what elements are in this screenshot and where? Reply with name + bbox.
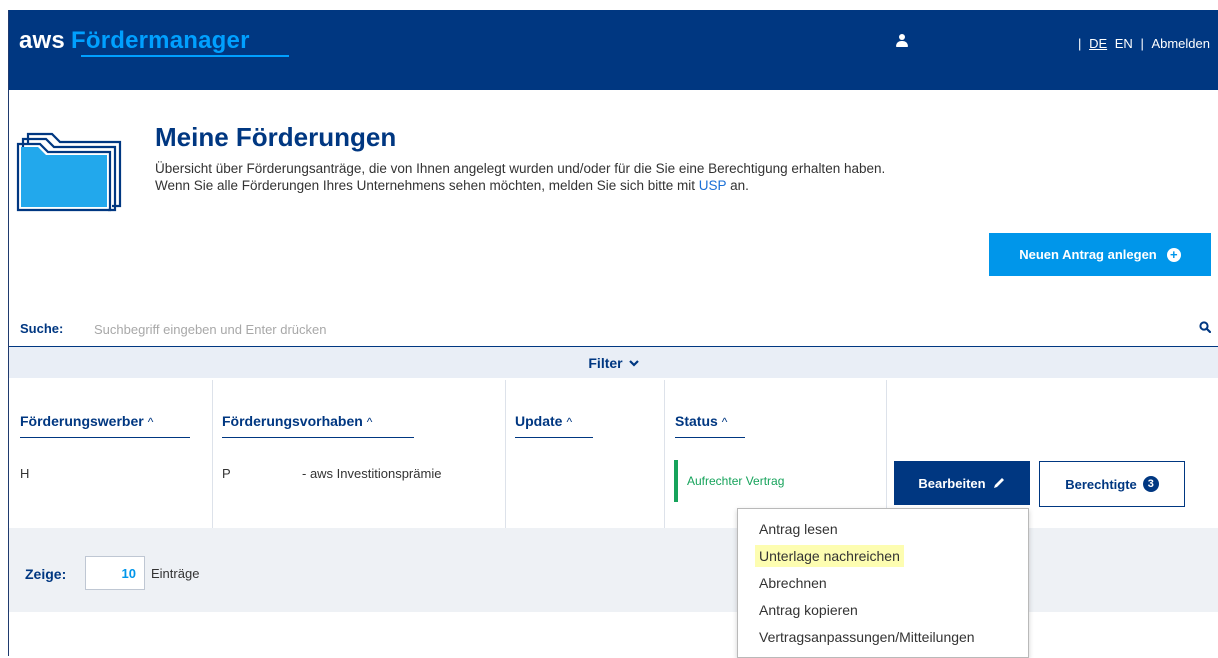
column-header-project[interactable]: Förderungsvorhaben ^ bbox=[222, 413, 414, 438]
column-header-update[interactable]: Update ^ bbox=[515, 413, 593, 438]
sort-arrow-icon: ^ bbox=[366, 415, 373, 429]
authorized-button-label: Berechtigte bbox=[1065, 476, 1137, 492]
pencil-icon bbox=[993, 478, 1004, 488]
column-header-status[interactable]: Status ^ bbox=[675, 413, 745, 438]
actions-dropdown-menu: Antrag lesen Unterlage nachreichen Abrec… bbox=[737, 508, 1029, 658]
menu-item-copy-request[interactable]: Antrag kopieren bbox=[759, 602, 858, 618]
cell-project-code: P bbox=[222, 466, 231, 481]
page-size-input[interactable] bbox=[85, 556, 145, 590]
description-text-end: an. bbox=[726, 178, 749, 193]
chevron-down-icon bbox=[628, 359, 639, 367]
menu-item-contract-changes[interactable]: Vertragsanpassungen/Mitteilungen bbox=[759, 629, 975, 645]
folder-icon bbox=[16, 132, 122, 212]
lang-de-link[interactable]: DE bbox=[1089, 36, 1107, 51]
page-title: Meine Förderungen bbox=[155, 122, 397, 152]
description-text: Übersicht über Förderungsanträge, die vo… bbox=[155, 161, 886, 193]
authorized-button[interactable]: Berechtigte 3 bbox=[1039, 461, 1185, 507]
nav-separator: | bbox=[1140, 36, 1144, 51]
edit-button-label: Bearbeiten bbox=[918, 475, 986, 491]
search-icon[interactable] bbox=[1199, 321, 1211, 333]
edit-button[interactable]: Bearbeiten bbox=[894, 461, 1030, 505]
brand-logo[interactable]: aws Fördermanager bbox=[19, 27, 250, 55]
page-description: Übersicht über Förderungsanträge, die vo… bbox=[155, 160, 915, 194]
brand-aws: aws bbox=[19, 27, 65, 54]
filter-toggle[interactable]: Filter bbox=[9, 347, 1218, 378]
column-divider bbox=[664, 380, 665, 528]
brand-underline bbox=[81, 55, 289, 57]
search-label: Suche: bbox=[20, 321, 64, 336]
filter-label: Filter bbox=[588, 354, 623, 371]
brand-name: Fördermanager bbox=[70, 27, 250, 54]
status-text: Aufrechter Vertrag bbox=[687, 474, 785, 488]
menu-item-read-request[interactable]: Antrag lesen bbox=[759, 521, 838, 537]
cell-project-name: - aws Investitionsprämie bbox=[302, 466, 442, 481]
plus-circle-icon: + bbox=[1166, 247, 1181, 262]
new-request-button[interactable]: Neuen Antrag anlegen + bbox=[989, 233, 1211, 276]
authorized-count-badge: 3 bbox=[1142, 476, 1159, 492]
lang-en-link[interactable]: EN bbox=[1115, 36, 1133, 51]
page-size-label: Zeige: bbox=[25, 566, 67, 582]
logout-link[interactable]: Abmelden bbox=[1151, 36, 1210, 51]
cell-applicant: H bbox=[20, 466, 30, 481]
column-header-applicant[interactable]: Förderungswerber ^ bbox=[20, 413, 190, 438]
top-header: aws Fördermanager | DE EN | Abmelden bbox=[9, 10, 1218, 90]
menu-item-settle[interactable]: Abrechnen bbox=[759, 575, 827, 591]
sort-arrow-icon: ^ bbox=[566, 415, 573, 429]
sort-arrow-icon: ^ bbox=[147, 415, 154, 429]
column-divider bbox=[505, 380, 506, 528]
status-indicator bbox=[674, 460, 678, 502]
sort-arrow-icon: ^ bbox=[721, 415, 728, 429]
nav-separator: | bbox=[1078, 36, 1082, 51]
entries-label: Einträge bbox=[151, 566, 200, 581]
user-icon[interactable] bbox=[895, 34, 909, 50]
new-request-label: Neuen Antrag anlegen bbox=[1019, 247, 1157, 262]
column-divider bbox=[212, 380, 213, 528]
usp-link[interactable]: USP bbox=[699, 178, 727, 193]
menu-item-submit-documents[interactable]: Unterlage nachreichen bbox=[755, 545, 904, 567]
column-divider bbox=[886, 380, 887, 528]
search-input[interactable] bbox=[92, 316, 1176, 342]
top-nav: | DE EN | Abmelden bbox=[1074, 36, 1210, 51]
